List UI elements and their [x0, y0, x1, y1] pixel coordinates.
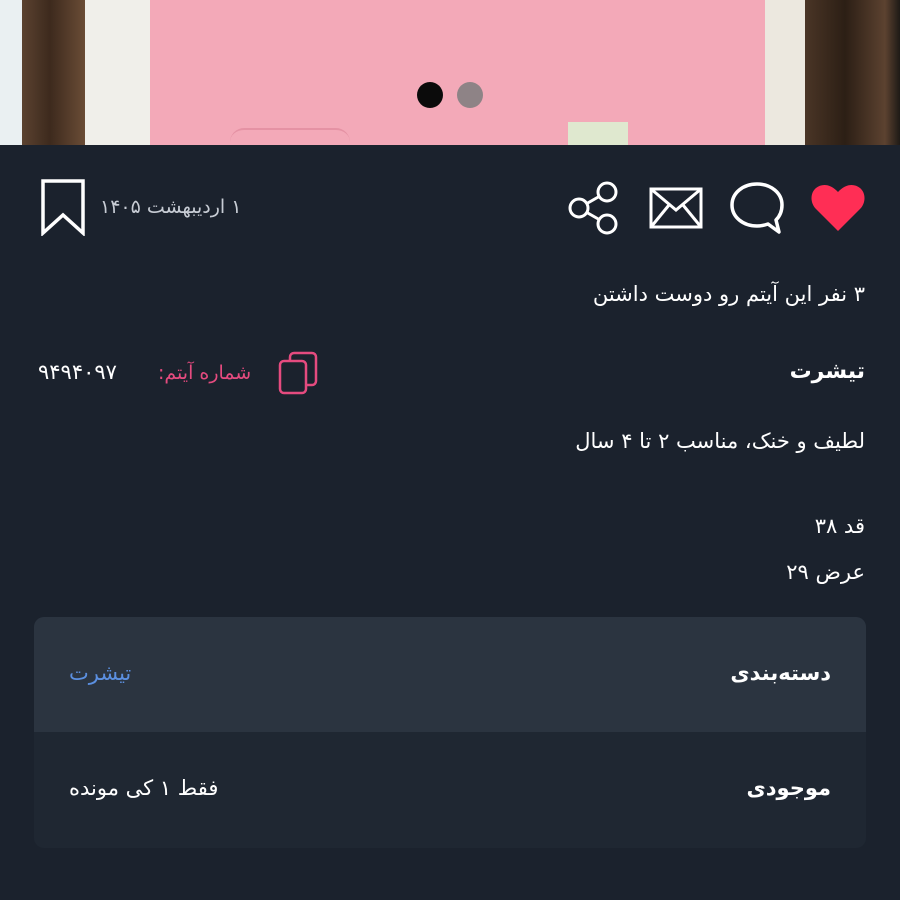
envelope-icon[interactable] [648, 186, 704, 230]
category-link[interactable]: تیشرت [69, 655, 469, 691]
category-row: دسته‌بندی تیشرت [34, 617, 866, 732]
likes-count[interactable]: ۳ نفر این آیتم رو دوست داشتن [365, 278, 865, 310]
shirt-pocket [230, 128, 350, 145]
slider-dot[interactable] [457, 82, 483, 108]
product-title: تیشرت [789, 359, 865, 384]
stock-row: موجودی فقط ۱ کی مونده [34, 732, 866, 847]
shirt-label [568, 122, 628, 145]
post-date: ۱ اردیبهشت ۱۴۰۵ [100, 196, 242, 218]
share-icon[interactable] [566, 180, 622, 236]
dimension-width: عرض ۲۹ [786, 560, 865, 584]
category-label: دسته‌بندی [730, 661, 831, 685]
stock-value: فقط ۱ کی مونده [69, 776, 219, 800]
slider-indicator [0, 82, 900, 108]
heart-filled-icon[interactable] [810, 183, 866, 233]
bookmark-icon[interactable] [40, 178, 86, 236]
copy-icon[interactable] [276, 350, 320, 396]
item-number-label: شماره آیتم: [158, 362, 252, 384]
product-photo [150, 0, 770, 145]
stock-label: موجودی [746, 776, 832, 800]
dimension-height: قد ۳۸ [814, 514, 865, 538]
product-info-card: دسته‌بندی تیشرت موجودی فقط ۱ کی مونده [34, 617, 866, 848]
background-wood-right [765, 0, 900, 145]
background-wood-left [0, 0, 85, 145]
product-description: لطیف و خنک، مناسب ۲ تا ۴ سال [575, 429, 865, 453]
product-image-slider[interactable] [0, 0, 900, 145]
comment-icon[interactable] [728, 180, 786, 236]
item-number-value: ۹۴۹۴۰۹۷ [38, 360, 117, 384]
slider-dot-active[interactable] [417, 82, 443, 108]
